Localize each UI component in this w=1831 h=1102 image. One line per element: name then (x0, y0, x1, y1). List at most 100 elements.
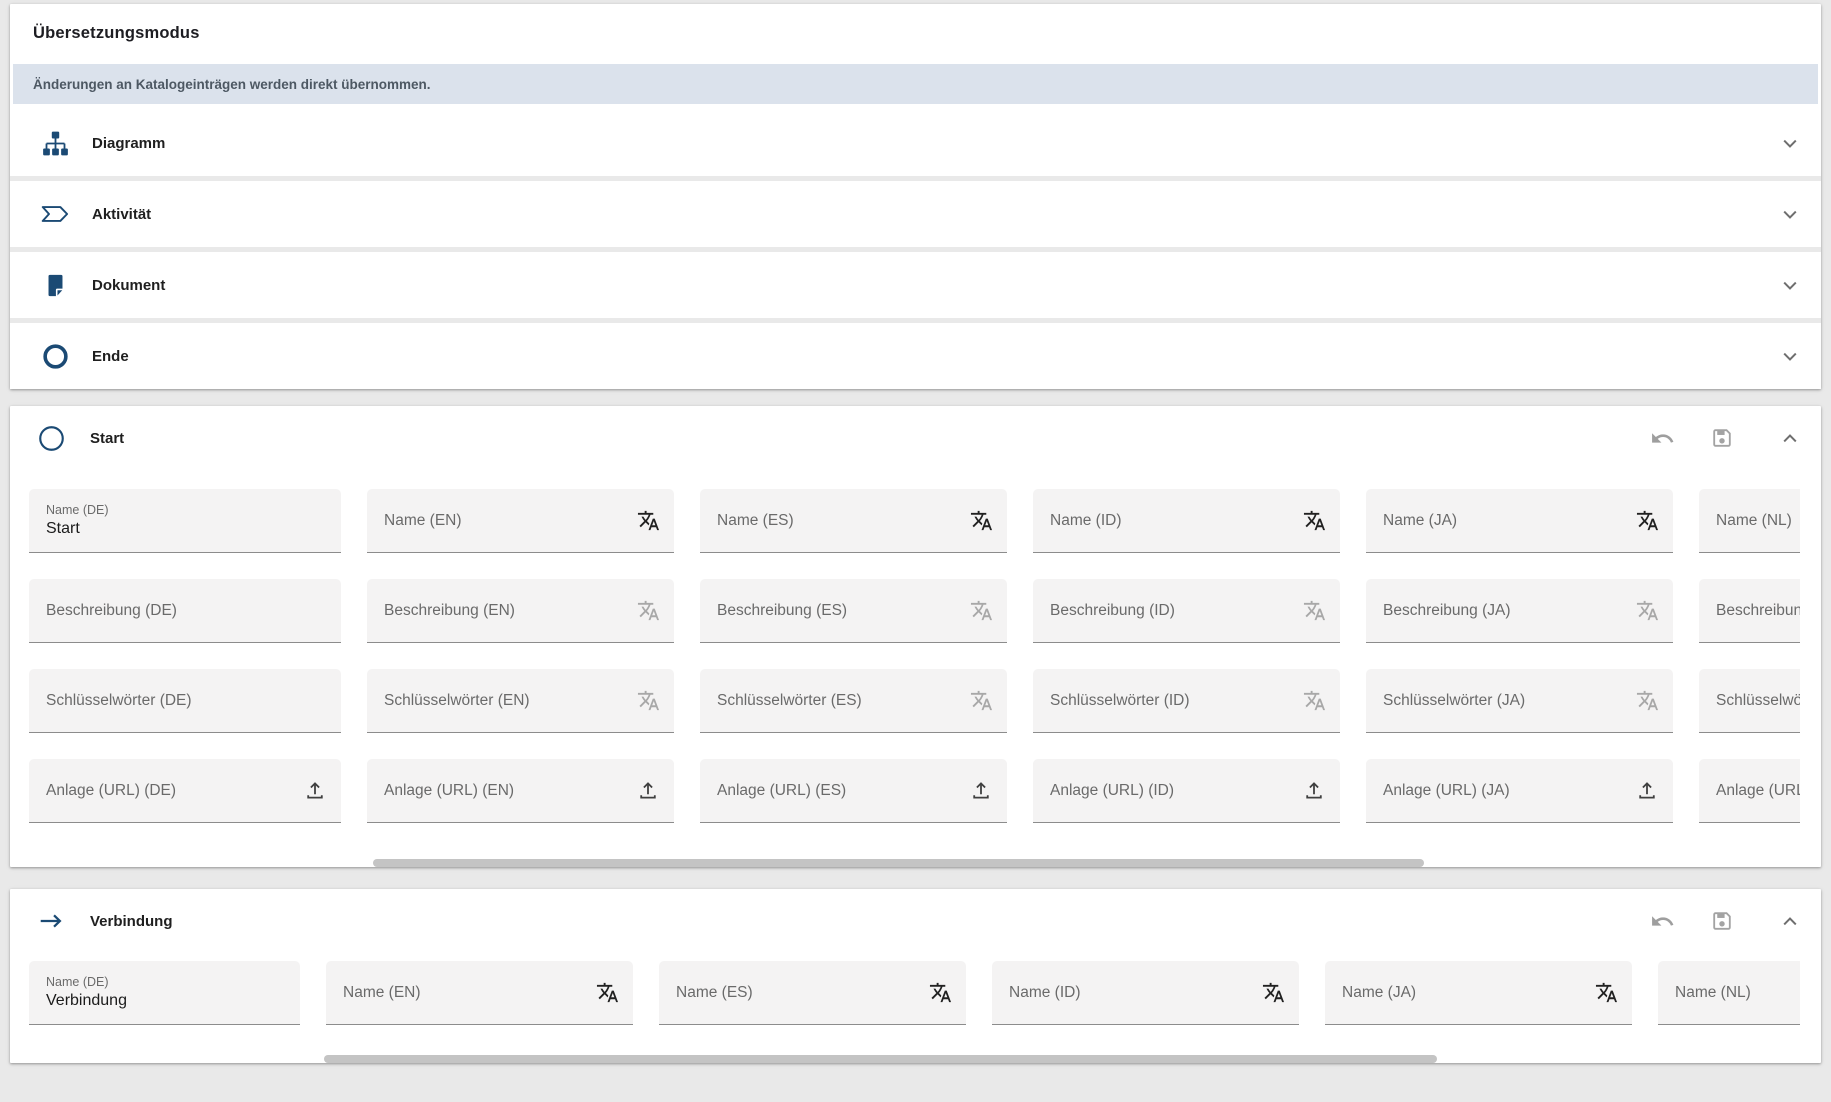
field-label: Schlüsselwörter (NL) (1716, 692, 1800, 710)
translate-icon[interactable] (1595, 981, 1618, 1004)
translation-mode-card: Übersetzungsmodus Änderungen an Kataloge… (10, 4, 1821, 389)
field-name-es[interactable]: Name (ES) (659, 961, 966, 1025)
translate-icon[interactable] (1636, 509, 1659, 532)
field-schlusselworter-nl[interactable]: Schlüsselwörter (NL) (1699, 669, 1800, 733)
translate-icon[interactable] (1303, 509, 1326, 532)
expand-button[interactable] (1776, 201, 1803, 228)
horizontal-scrollbar-thumb[interactable] (373, 859, 1424, 867)
section-row-aktivitaet[interactable]: Aktivität (10, 176, 1821, 247)
field-anlage-url-de[interactable]: Anlage (URL) (DE) (29, 759, 341, 823)
title-bar: Übersetzungsmodus (10, 4, 1821, 62)
section-header-verbindung: Verbindung (10, 889, 1821, 953)
translate-icon[interactable] (637, 509, 660, 532)
translate-icon[interactable] (970, 599, 993, 622)
exit-translation-mode-button[interactable] (1773, 20, 1800, 47)
field-schlusselworter-es[interactable]: Schlüsselwörter (ES) (700, 669, 1007, 733)
field-anlage-url-en[interactable]: Anlage (URL) (EN) (367, 759, 674, 823)
fields-viewport: Name (DE)Start Name (EN) Name (ES) Name (ID… (29, 489, 1800, 823)
field-label: Schlüsselwörter (JA) (1383, 692, 1525, 710)
field-name-ja[interactable]: Name (JA) (1366, 489, 1673, 553)
field-label: Name (JA) (1383, 512, 1457, 530)
upload-icon[interactable] (969, 779, 993, 803)
translate-icon[interactable] (637, 599, 660, 622)
undo-icon (1650, 909, 1675, 934)
field-anlage-url-es[interactable]: Anlage (URL) (ES) (700, 759, 1007, 823)
field-label: Anlage (URL) (NL) (1716, 782, 1800, 800)
upload-icon[interactable] (636, 779, 660, 803)
field-name-es[interactable]: Name (ES) (700, 489, 1007, 553)
expand-button[interactable] (1776, 343, 1803, 370)
section-row-ende[interactable]: Ende (10, 318, 1821, 389)
undo-button[interactable] (1649, 908, 1676, 935)
field-anlage-url-ja[interactable]: Anlage (URL) (JA) (1366, 759, 1673, 823)
diagram-icon (40, 130, 70, 157)
field-schlusselworter-en[interactable]: Schlüsselwörter (EN) (367, 669, 674, 733)
save-icon (1709, 908, 1735, 934)
field-beschreibung-de[interactable]: Beschreibung (DE) (29, 579, 341, 643)
field-name-en[interactable]: Name (EN) (367, 489, 674, 553)
field-name-nl[interactable]: Name (NL) (1658, 961, 1800, 1025)
field-beschreibung-es[interactable]: Beschreibung (ES) (700, 579, 1007, 643)
section-row-dokument[interactable]: Dokument (10, 247, 1821, 318)
expand-button[interactable] (1776, 130, 1803, 157)
horizontal-scrollbar-thumb[interactable] (324, 1055, 1437, 1063)
expand-button[interactable] (1776, 272, 1803, 299)
field-name-id[interactable]: Name (ID) (1033, 489, 1340, 553)
field-beschreibung-en[interactable]: Beschreibung (EN) (367, 579, 674, 643)
field-beschreibung-id[interactable]: Beschreibung (ID) (1033, 579, 1340, 643)
translate-icon[interactable] (637, 689, 660, 712)
undo-button[interactable] (1649, 425, 1676, 452)
field-schlusselworter-id[interactable]: Schlüsselwörter (ID) (1033, 669, 1340, 733)
field-label: Beschreibung (ID) (1050, 602, 1175, 620)
translate-icon[interactable] (970, 689, 993, 712)
field-name-id[interactable]: Name (ID) (992, 961, 1299, 1025)
translate-icon[interactable] (1303, 689, 1326, 712)
save-button[interactable] (1708, 425, 1735, 452)
field-label: Anlage (URL) (ES) (717, 782, 846, 800)
save-button[interactable] (1708, 908, 1735, 935)
collapse-button[interactable] (1776, 425, 1803, 452)
field-schlusselworter-de[interactable]: Schlüsselwörter (DE) (29, 669, 341, 733)
collapsed-sections-list: Diagramm AktivitätDokumentEnde (10, 110, 1821, 389)
section-label: Verbindung (90, 913, 173, 930)
translate-icon[interactable] (1636, 599, 1659, 622)
field-beschreibung-ja[interactable]: Beschreibung (JA) (1366, 579, 1673, 643)
chevron-up-icon (1778, 426, 1802, 450)
section-card-start: StartName (DE)StartName (EN)Name (ES)Nam… (10, 406, 1821, 867)
field-name-de[interactable]: Name (DE)Verbindung (29, 961, 300, 1025)
chevron-up-icon (1778, 909, 1802, 933)
chevron-down-icon (1778, 273, 1802, 297)
field-label: Schlüsselwörter (ID) (1050, 692, 1190, 710)
translate-icon[interactable] (970, 509, 993, 532)
section-row-diagramm[interactable]: Diagramm (10, 110, 1821, 176)
translate-icon[interactable] (1262, 981, 1285, 1004)
field-anlage-url-id[interactable]: Anlage (URL) (ID) (1033, 759, 1340, 823)
field-label: Name (ID) (1050, 512, 1121, 530)
translate-icon[interactable] (1303, 599, 1326, 622)
undo-button[interactable] (1641, 20, 1668, 47)
horizontal-scrollbar[interactable] (29, 1055, 1800, 1063)
translate-icon[interactable] (1636, 689, 1659, 712)
upload-icon[interactable] (1635, 779, 1659, 803)
field-label: Schlüsselwörter (DE) (46, 692, 192, 710)
field-name-nl[interactable]: Name (NL) (1699, 489, 1800, 553)
translate-icon[interactable] (929, 981, 952, 1004)
field-beschreibung-nl[interactable]: Beschreibung (NL) (1699, 579, 1800, 643)
translate-icon[interactable] (596, 981, 619, 1004)
field-label: Name (JA) (1342, 984, 1416, 1002)
activity-icon (40, 201, 70, 227)
field-name-ja[interactable]: Name (JA) (1325, 961, 1632, 1025)
section-label: Diagramm (92, 135, 165, 152)
upload-icon[interactable] (1302, 779, 1326, 803)
field-name-de[interactable]: Name (DE)Start (29, 489, 341, 553)
field-anlage-url-nl[interactable]: Anlage (URL) (NL) (1699, 759, 1800, 823)
field-schlusselworter-ja[interactable]: Schlüsselwörter (JA) (1366, 669, 1673, 733)
save-button[interactable] (1712, 20, 1739, 47)
field-name-en[interactable]: Name (EN) (326, 961, 633, 1025)
upload-icon[interactable] (303, 779, 327, 803)
collapse-button[interactable] (1776, 908, 1803, 935)
circle-thin-icon (37, 425, 65, 452)
chevron-down-icon (1778, 202, 1802, 226)
horizontal-scrollbar[interactable] (29, 859, 1800, 867)
save-icon (1709, 425, 1735, 451)
